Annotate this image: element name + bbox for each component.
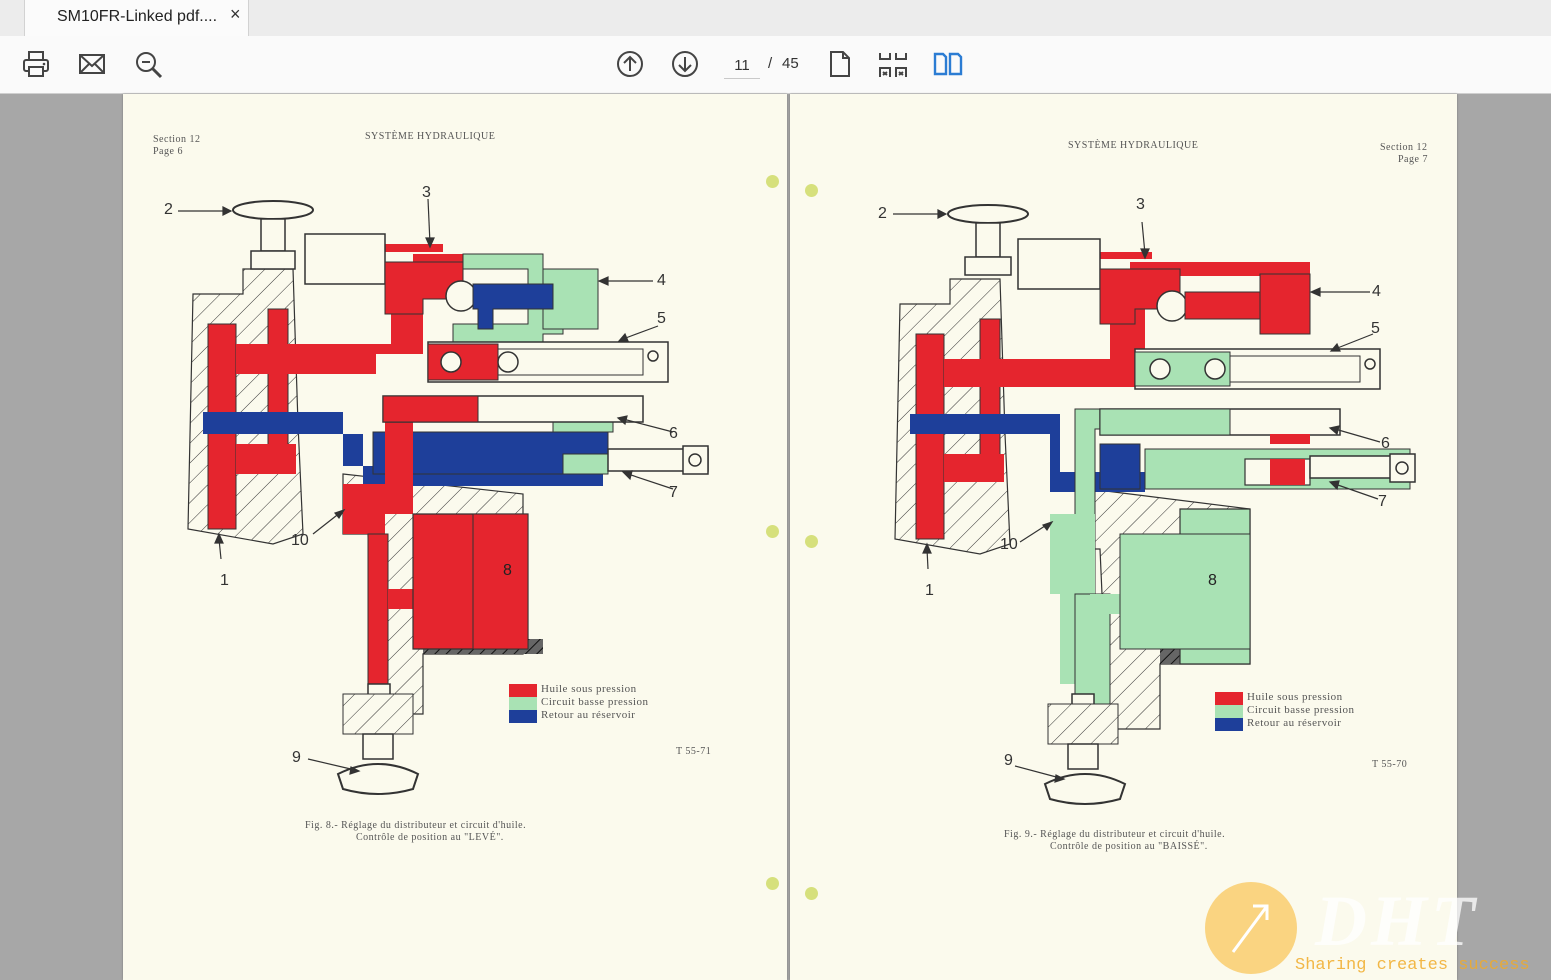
page-number-input[interactable] (724, 52, 760, 79)
legend-swatch-blue (1215, 718, 1243, 731)
callout-3: 3 (1136, 196, 1145, 213)
figure-reference: T 55-71 (676, 746, 712, 757)
legend-label: Huile sous pression (1247, 691, 1343, 703)
callout-6: 6 (1381, 435, 1390, 452)
pdf-page-7: SYSTÈME HYDRAULIQUE Section 12 Page 7 1 … (790, 94, 1457, 980)
continuous-scroll-icon[interactable] (875, 46, 911, 82)
watermark-arrow-icon (1205, 882, 1297, 974)
callout-9: 9 (292, 749, 301, 766)
legend-label: Circuit basse pression (541, 696, 649, 708)
legend-swatch-red (1215, 692, 1243, 705)
zoom-search-icon[interactable] (130, 46, 166, 82)
callout-2: 2 (164, 201, 173, 218)
callout-9: 9 (1004, 752, 1013, 769)
legend-swatch-green (1215, 705, 1243, 718)
arrow-up-circle-icon[interactable] (612, 46, 648, 82)
figure-reference: T 55-70 (1372, 759, 1408, 770)
legend-swatch-red (509, 684, 537, 697)
tab-title: SM10FR-Linked pdf.... (57, 8, 218, 25)
legend-label: Huile sous pression (541, 683, 637, 695)
legend-label: Retour au réservoir (1247, 717, 1342, 729)
single-page-icon[interactable] (821, 46, 857, 82)
callout-3: 3 (422, 184, 431, 201)
legend-label: Retour au réservoir (541, 709, 636, 721)
legend-label: Circuit basse pression (1247, 704, 1355, 716)
callout-7: 7 (669, 484, 678, 501)
figure-caption-line2: Contrôle de position au "LEVÉ". (356, 832, 504, 843)
figure-caption-line2: Contrôle de position au "BAISSÉ". (1050, 841, 1208, 852)
print-icon[interactable] (18, 46, 54, 82)
legend-swatch-blue (509, 710, 537, 723)
two-page-view-icon[interactable] (930, 46, 966, 82)
document-tab[interactable]: SM10FR-Linked pdf.... × (24, 0, 249, 36)
hydraulic-diagram-raised (178, 198, 709, 795)
callout-8: 8 (503, 562, 512, 579)
figure-caption-line1: Fig. 8.- Réglage du distributeur et circ… (305, 820, 527, 831)
pdf-toolbar: / 45 (0, 36, 1551, 94)
dht-watermark: DHT Sharing creates success (1205, 880, 1551, 980)
envelope-icon[interactable] (74, 46, 110, 82)
callout-10: 10 (291, 532, 309, 549)
callout-1: 1 (925, 582, 934, 599)
tab-bar: SM10FR-Linked pdf.... × (0, 0, 1551, 37)
document-viewer[interactable]: Section 12 Page 6 SYSTÈME HYDRAULIQUE 1 … (0, 94, 1551, 980)
total-pages: 45 (782, 55, 799, 72)
legend-swatch-green (509, 697, 537, 710)
figure-caption-line1: Fig. 9.- Réglage du distributeur et circ… (1004, 829, 1226, 840)
arrow-down-circle-icon[interactable] (667, 46, 703, 82)
callout-1: 1 (220, 572, 229, 589)
callout-5: 5 (657, 310, 666, 327)
watermark-slogan: Sharing creates success (1295, 956, 1530, 975)
page-separator: / (768, 55, 773, 72)
callout-4: 4 (1372, 283, 1381, 300)
callout-4: 4 (657, 272, 666, 289)
callout-10: 10 (1000, 536, 1018, 553)
pdf-page-6: Section 12 Page 6 SYSTÈME HYDRAULIQUE 1 … (123, 94, 787, 980)
callout-8: 8 (1208, 572, 1217, 589)
watermark-logo: DHT (1315, 881, 1479, 961)
callout-2: 2 (878, 205, 887, 222)
callout-7: 7 (1378, 493, 1387, 510)
close-tab-icon[interactable]: × (230, 4, 241, 25)
callout-5: 5 (1371, 320, 1380, 337)
callout-6: 6 (669, 425, 678, 442)
